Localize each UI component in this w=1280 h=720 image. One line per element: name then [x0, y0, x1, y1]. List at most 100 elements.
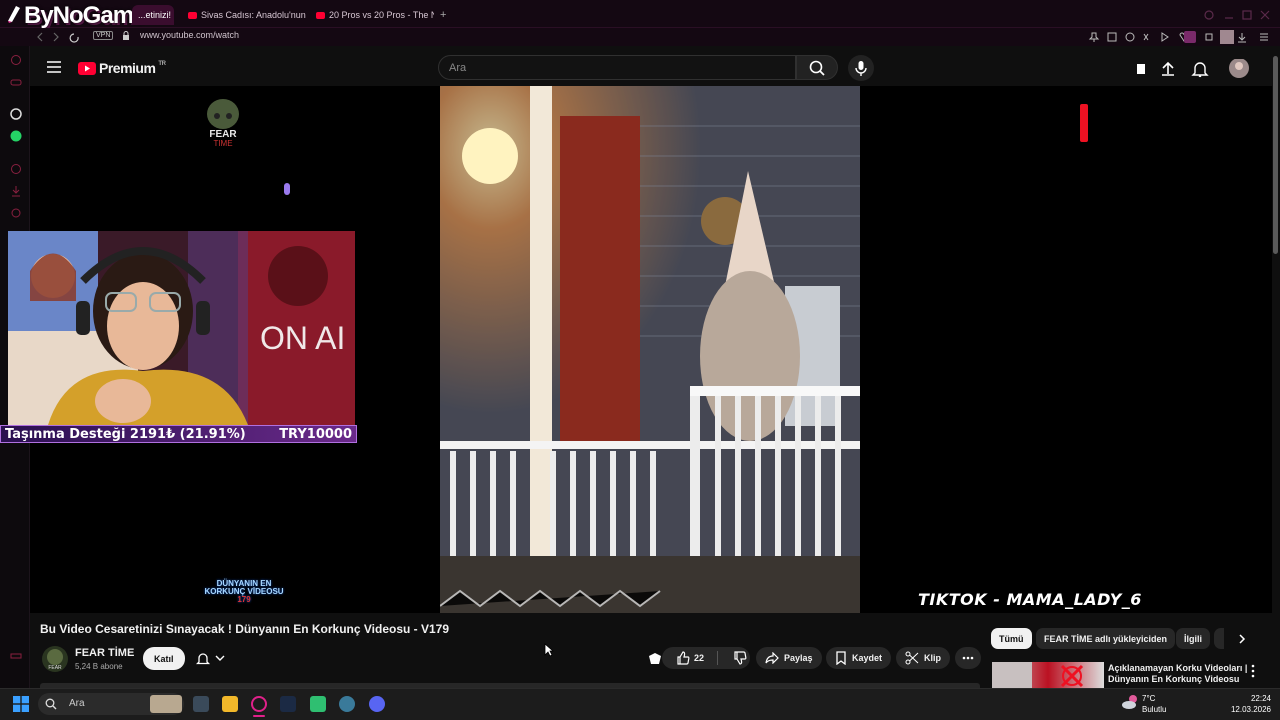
tab-label: Sivas Cadısı: Anadolu'nun [201, 10, 306, 20]
dislike-button[interactable] [723, 651, 747, 665]
url-field[interactable]: www.youtube.com/watch [140, 30, 239, 40]
network-app-icon[interactable] [339, 696, 355, 712]
new-tab-button[interactable]: + [440, 9, 446, 21]
bell-icon [196, 653, 211, 665]
tab-label: 20 Pros vs 20 Pros - The N [329, 10, 434, 20]
window-controls [1203, 9, 1273, 21]
video-title: Bu Video Cesaretinizi Sınayacak ! Dünyan… [40, 622, 450, 636]
bookmark-icon [836, 651, 846, 665]
weather-cloud-icon [1121, 694, 1139, 710]
header-actions [1133, 59, 1253, 79]
search-icon [809, 60, 825, 76]
extension-action-icon[interactable] [647, 652, 663, 666]
weather-widget[interactable]: 7°C Bulutlu [1142, 693, 1166, 715]
like-count: 22 [694, 653, 705, 663]
youtube-premium-logo[interactable]: Premium TR [78, 60, 166, 76]
microphone-icon [855, 61, 867, 76]
history-icon[interactable] [10, 54, 22, 66]
channel-watermark-logo: FEAR TIME [200, 96, 246, 148]
chatgpt-icon[interactable] [10, 108, 22, 120]
bynogame-logo-icon [4, 4, 24, 24]
svg-text:FEAR: FEAR [48, 665, 62, 671]
share-button[interactable]: Paylaş [756, 647, 822, 669]
clip-button[interactable]: Klip [896, 647, 950, 669]
settings-icon[interactable] [10, 207, 22, 219]
chip-all[interactable]: Tümü [991, 628, 1032, 649]
svg-text:ON AI: ON AI [260, 320, 345, 356]
video-scene-image [440, 86, 860, 613]
streamer-webcam: ON AI [8, 231, 355, 425]
donation-goal-bar: Taşınma Desteği 2191₺ (21.91%) TRY10000 [0, 425, 357, 443]
menu-icon[interactable] [47, 61, 61, 73]
vpn-badge[interactable]: VPN [93, 31, 114, 40]
scissors-icon [905, 651, 919, 665]
gamepad-icon[interactable] [10, 76, 22, 88]
discord-icon[interactable] [369, 696, 385, 712]
chips-next-button[interactable] [1236, 633, 1248, 645]
save-label: Kaydet [852, 653, 883, 663]
chip-from-uploader[interactable]: FEAR TİME adlı yükleyiciden [1036, 628, 1176, 649]
lock-icon [122, 31, 130, 41]
like-dislike-group: 22 [662, 647, 750, 669]
more-actions-button[interactable] [955, 647, 981, 669]
episode-watermark: DÜNYANIN EN KORKUNÇ VİDEOSU 179 [192, 580, 296, 604]
tab-label: ...etinizi! [138, 10, 172, 20]
scrollbar-thumb[interactable] [1273, 56, 1278, 254]
chip-overflow[interactable] [1214, 628, 1224, 649]
like-button[interactable]: 22 [662, 651, 704, 665]
overlay-red-mark [1080, 104, 1088, 142]
chip-related[interactable]: İlgili [1176, 628, 1210, 649]
download-icon[interactable] [10, 185, 22, 197]
tiktok-credit: TIKTOK - MAMA_LADY_6 [918, 590, 1142, 609]
recommendation-thumbnail[interactable] [992, 662, 1104, 688]
thumbs-up-icon [677, 651, 690, 665]
windows-start-icon[interactable] [13, 696, 29, 712]
subscription-bell-button[interactable] [187, 647, 235, 669]
nav-buttons[interactable] [36, 31, 86, 43]
search-button[interactable] [796, 55, 838, 80]
thumbs-down-icon [734, 651, 747, 665]
youtube-favicon-icon [316, 11, 325, 19]
weather-desc: Bulutlu [1142, 705, 1167, 714]
country-code: TR [158, 61, 166, 67]
search-input[interactable]: Ara [438, 55, 796, 80]
mouse-cursor-icon [544, 643, 554, 657]
share-icon [765, 652, 779, 664]
skull-helmet-icon [207, 99, 239, 129]
brand-label: Premium [99, 60, 156, 76]
webcam-image: ON AI [8, 231, 355, 425]
donation-progress-text: Taşınma Desteği 2191₺ (21.91%) [5, 426, 246, 442]
game-app-icon[interactable] [310, 696, 326, 712]
chevron-right-icon [1239, 634, 1246, 644]
opera-gx-icon[interactable] [251, 696, 267, 712]
weather-temp: 7°C [1142, 694, 1156, 703]
sidebar-settings-icon[interactable] [10, 650, 22, 662]
like-divider [717, 651, 719, 665]
taskbar-clock[interactable]: 22:24 12.03.2026 [1225, 693, 1271, 715]
more-horizontal-icon [962, 656, 974, 660]
browser-toolbar-icons[interactable] [1088, 30, 1272, 44]
channel-name[interactable]: FEAR TİME [75, 647, 134, 659]
save-button[interactable]: Kaydet [826, 647, 892, 669]
youtube-favicon-icon [188, 11, 197, 19]
tab-20pros[interactable]: 20 Pros vs 20 Pros - The N [316, 5, 434, 25]
tab-active[interactable]: ...etinizi! [132, 5, 174, 25]
file-explorer-icon[interactable] [222, 696, 238, 712]
clock-icon[interactable] [10, 163, 22, 175]
chevron-down-icon [215, 655, 225, 661]
extension-icon [1137, 64, 1145, 74]
whatsapp-icon[interactable] [10, 130, 22, 142]
video-frame[interactable] [440, 86, 860, 613]
share-label: Paylaş [784, 653, 813, 663]
join-button[interactable]: Katıl [143, 647, 185, 670]
task-view-icon[interactable] [193, 696, 209, 712]
youtube-play-icon [78, 61, 96, 75]
recommendation-menu-button[interactable] [1251, 664, 1255, 678]
search-icon [45, 698, 57, 710]
more-vertical-icon [1251, 664, 1255, 678]
steam-icon[interactable] [280, 696, 296, 712]
browser-logo: ByNoGame [24, 2, 146, 29]
channel-avatar[interactable]: FEAR [42, 646, 68, 672]
tab-sivas[interactable]: Sivas Cadısı: Anadolu'nun [188, 5, 306, 25]
voice-search-button[interactable] [848, 55, 874, 81]
